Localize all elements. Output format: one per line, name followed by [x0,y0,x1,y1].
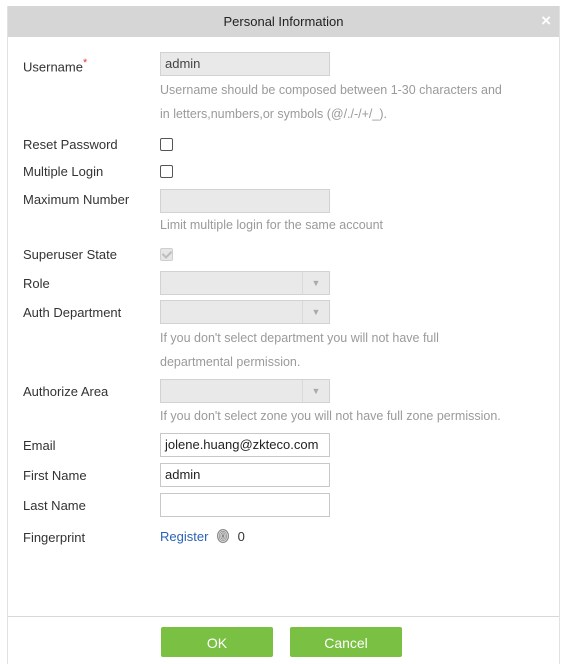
authorize-area-hint: If you don't select zone you will not ha… [160,409,501,423]
reset-password-label: Reset Password [23,137,118,152]
ok-button[interactable]: OK [161,627,273,657]
fingerprint-register-link[interactable]: Register [160,529,208,544]
first-name-field[interactable]: admin [160,463,330,487]
chevron-down-icon: ▼ [302,272,329,294]
fingerprint-icon [216,528,230,547]
chevron-down-icon: ▼ [302,380,329,402]
auth-department-hint-line2: departmental permission. [160,355,301,369]
dialog-title: Personal Information [223,14,344,29]
close-icon[interactable]: × [541,6,551,36]
required-mark: * [82,57,88,69]
auth-department-select[interactable]: ▼ [160,300,330,324]
authorize-area-label: Authorize Area [23,384,109,399]
maximum-number-hint: Limit multiple login for the same accoun… [160,218,384,232]
role-label: Role [23,276,50,291]
auth-department-hint-line1: If you don't select department you will … [160,331,439,345]
last-name-field[interactable] [160,493,330,517]
footer-divider [8,616,559,617]
superuser-state-checkbox[interactable] [160,248,173,261]
username-hint-line2: in letters,numbers,or symbols (@/./-/+/_… [160,107,387,121]
fingerprint-count: 0 [237,528,245,544]
maximum-number-input[interactable] [160,189,330,213]
first-name-label: First Name [23,468,87,483]
superuser-state-label: Superuser State [23,247,117,262]
personal-information-dialog: Personal Information × Username* admin U… [7,6,560,664]
multiple-login-label: Multiple Login [23,164,104,179]
reset-password-checkbox[interactable] [160,138,173,151]
username-hint-line1: Username should be composed between 1-30… [160,83,502,97]
auth-department-label: Auth Department [23,305,122,320]
multiple-login-checkbox[interactable] [160,165,173,178]
dialog-titlebar: Personal Information × [8,6,559,37]
authorize-area-select[interactable]: ▼ [160,379,330,403]
role-select[interactable]: ▼ [160,271,330,295]
username-label: Username* [23,57,88,75]
last-name-label: Last Name [23,498,86,513]
chevron-down-icon: ▼ [302,301,329,323]
maximum-number-label: Maximum Number [23,192,130,207]
email-label: Email [23,438,56,453]
cancel-button[interactable]: Cancel [290,627,402,657]
email-field[interactable]: jolene.huang@zkteco.com [160,433,330,457]
username-input[interactable]: admin [160,52,330,76]
fingerprint-label: Fingerprint [23,530,86,545]
